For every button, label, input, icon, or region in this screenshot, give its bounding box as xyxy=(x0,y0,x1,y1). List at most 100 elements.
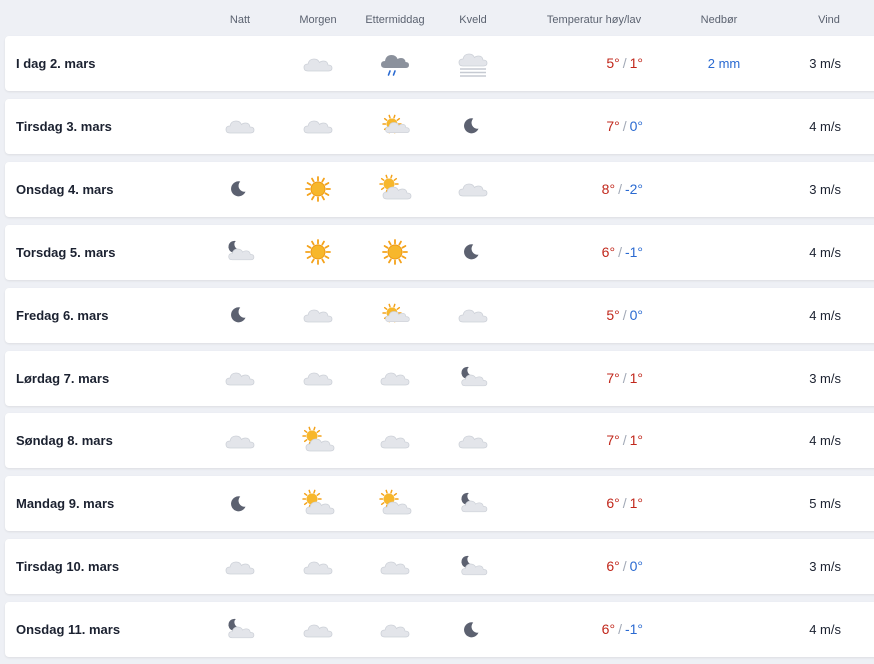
temperature-high: 6° xyxy=(606,495,620,512)
sun-cloud-icon xyxy=(378,111,412,141)
header-morning: Morgen xyxy=(299,14,337,26)
temperature-separator: / xyxy=(622,558,627,575)
forecast-row[interactable]: I dag 2. mars 5°/1° 2 mm 3 m/s xyxy=(5,36,874,91)
temperature-low: 0° xyxy=(629,117,643,134)
wind-speed: 3 m/s xyxy=(809,181,841,197)
temperature-low: 1° xyxy=(629,432,643,449)
cloud-sun-icon xyxy=(301,426,335,456)
header-evening: Kveld xyxy=(459,14,487,26)
moon-icon xyxy=(223,300,257,330)
precipitation: 2 mm xyxy=(707,56,741,71)
temperature-high-low: 6° / -1° xyxy=(602,225,643,280)
cloud-icon xyxy=(223,552,257,582)
forecast-row[interactable]: Tirsdag 10. mars 6°/0° 3 m/s xyxy=(5,539,874,595)
fog-cloud-icon xyxy=(456,49,490,79)
wind-speed: 3 m/s xyxy=(809,370,841,386)
temperature-high: 6° xyxy=(601,621,616,638)
cloud-icon xyxy=(456,300,490,330)
forecast-row[interactable]: Mandag 9. mars 6°/1° 5 m/s xyxy=(5,476,874,532)
wind-speed: 4 m/s xyxy=(809,622,841,638)
day-label: Tirsdag 10. mars xyxy=(16,559,120,575)
wind-speed: 4 m/s xyxy=(809,433,841,449)
cloud-icon xyxy=(378,426,412,456)
cloud-icon xyxy=(223,111,257,141)
temperature-high: 7° xyxy=(606,369,620,386)
day-label: Onsdag 4. mars xyxy=(16,181,114,197)
sun-icon xyxy=(301,237,335,267)
temperature-high-low: 7°/1° xyxy=(606,351,643,406)
rain-cloud-icon xyxy=(378,49,412,79)
temperature-high: 5° xyxy=(606,55,620,71)
day-label: Mandag 9. mars xyxy=(16,496,115,512)
cloud-sun-icon xyxy=(301,489,335,519)
forecast-row[interactable]: Søndag 8. mars 7°/1° 4 m/s xyxy=(5,413,874,469)
temperature-separator: / xyxy=(622,306,627,323)
temperature-low: 1° xyxy=(629,55,643,71)
cloud-sun-icon xyxy=(378,174,412,204)
cloud-icon xyxy=(223,363,257,393)
temperature-separator: / xyxy=(618,243,622,260)
cloud-icon xyxy=(456,174,490,204)
day-label: I dag 2. mars xyxy=(16,56,96,71)
temperature-low: -1° xyxy=(624,621,643,638)
temperature-high-low: 6°/1° xyxy=(606,476,643,531)
day-label: Søndag 8. mars xyxy=(16,433,113,449)
moon-icon xyxy=(456,615,490,645)
sun-icon xyxy=(378,237,412,267)
day-label: Fredag 6. mars xyxy=(16,307,109,323)
temperature-high: 7° xyxy=(606,432,620,449)
temperature-high: 6° xyxy=(606,558,620,575)
moon-cloud-icon xyxy=(456,363,490,393)
temperature-high: 5° xyxy=(606,306,620,323)
cloud-icon xyxy=(301,49,335,79)
header-night: Natt xyxy=(229,14,251,26)
moon-cloud-icon xyxy=(456,552,490,582)
temperature-separator: / xyxy=(622,432,627,449)
day-label: Tirsdag 3. mars xyxy=(16,118,112,134)
day-label: Lørdag 7. mars xyxy=(16,370,110,386)
cloud-icon xyxy=(301,363,335,393)
temperature-low: 0° xyxy=(629,558,643,575)
header-precipitation: Nedbør xyxy=(700,14,738,26)
temperature-high-low: 7°/1° xyxy=(606,413,643,468)
forecast-header: Natt Morgen Ettermiddag Kveld Temperatur… xyxy=(0,0,874,36)
cloud-icon xyxy=(301,300,335,330)
forecast-row[interactable]: Lørdag 7. mars 7°/1° 3 m/s xyxy=(5,350,874,406)
wind-speed: 4 m/s xyxy=(809,307,841,323)
temperature-high-low: 5°/0° xyxy=(606,288,643,343)
moon-cloud-icon xyxy=(223,237,257,267)
forecast-row[interactable]: Fredag 6. mars 5°/0° 4 m/s xyxy=(5,287,874,343)
moon-cloud-icon xyxy=(223,615,257,645)
temperature-high-low: 7°/0° xyxy=(606,99,643,154)
cloud-icon xyxy=(456,426,490,456)
temperature-separator: / xyxy=(618,621,622,638)
cloud-icon xyxy=(378,615,412,645)
temperature-separator: / xyxy=(622,55,627,71)
temperature-high-low: 8° / -2° xyxy=(602,162,643,217)
temperature-high-low: 6°/0° xyxy=(606,539,643,594)
forecast-row[interactable]: Onsdag 11. mars 6° / -1° 4 m/s xyxy=(5,602,874,658)
wind-speed: 3 m/s xyxy=(809,56,841,71)
moon-icon xyxy=(223,174,257,204)
header-temperature: Temperatur høy/lav xyxy=(546,14,642,26)
temperature-separator: / xyxy=(618,180,622,197)
forecast-row[interactable]: Torsdag 5. mars 6° / -1° 4 m/s xyxy=(5,224,874,280)
moon-cloud-icon xyxy=(456,489,490,519)
cloud-icon xyxy=(378,552,412,582)
sun-cloud-icon xyxy=(378,300,412,330)
temperature-high-low: 5°/1° xyxy=(606,36,643,91)
forecast-row[interactable]: Onsdag 4. mars 8° / -2° 3 m/s xyxy=(5,161,874,217)
wind-speed: 4 m/s xyxy=(809,118,841,134)
temperature-high: 6° xyxy=(601,243,616,260)
cloud-icon xyxy=(301,111,335,141)
moon-icon xyxy=(223,489,257,519)
moon-icon xyxy=(456,111,490,141)
forecast-row[interactable]: Tirsdag 3. mars 7°/0° 4 m/s xyxy=(5,98,874,154)
temperature-separator: / xyxy=(622,117,627,134)
moon-icon xyxy=(456,237,490,267)
sun-icon xyxy=(301,174,335,204)
cloud-icon xyxy=(301,552,335,582)
cloud-sun-icon xyxy=(378,489,412,519)
temperature-high-low: 6° / -1° xyxy=(602,602,643,657)
wind-speed: 3 m/s xyxy=(809,559,841,575)
